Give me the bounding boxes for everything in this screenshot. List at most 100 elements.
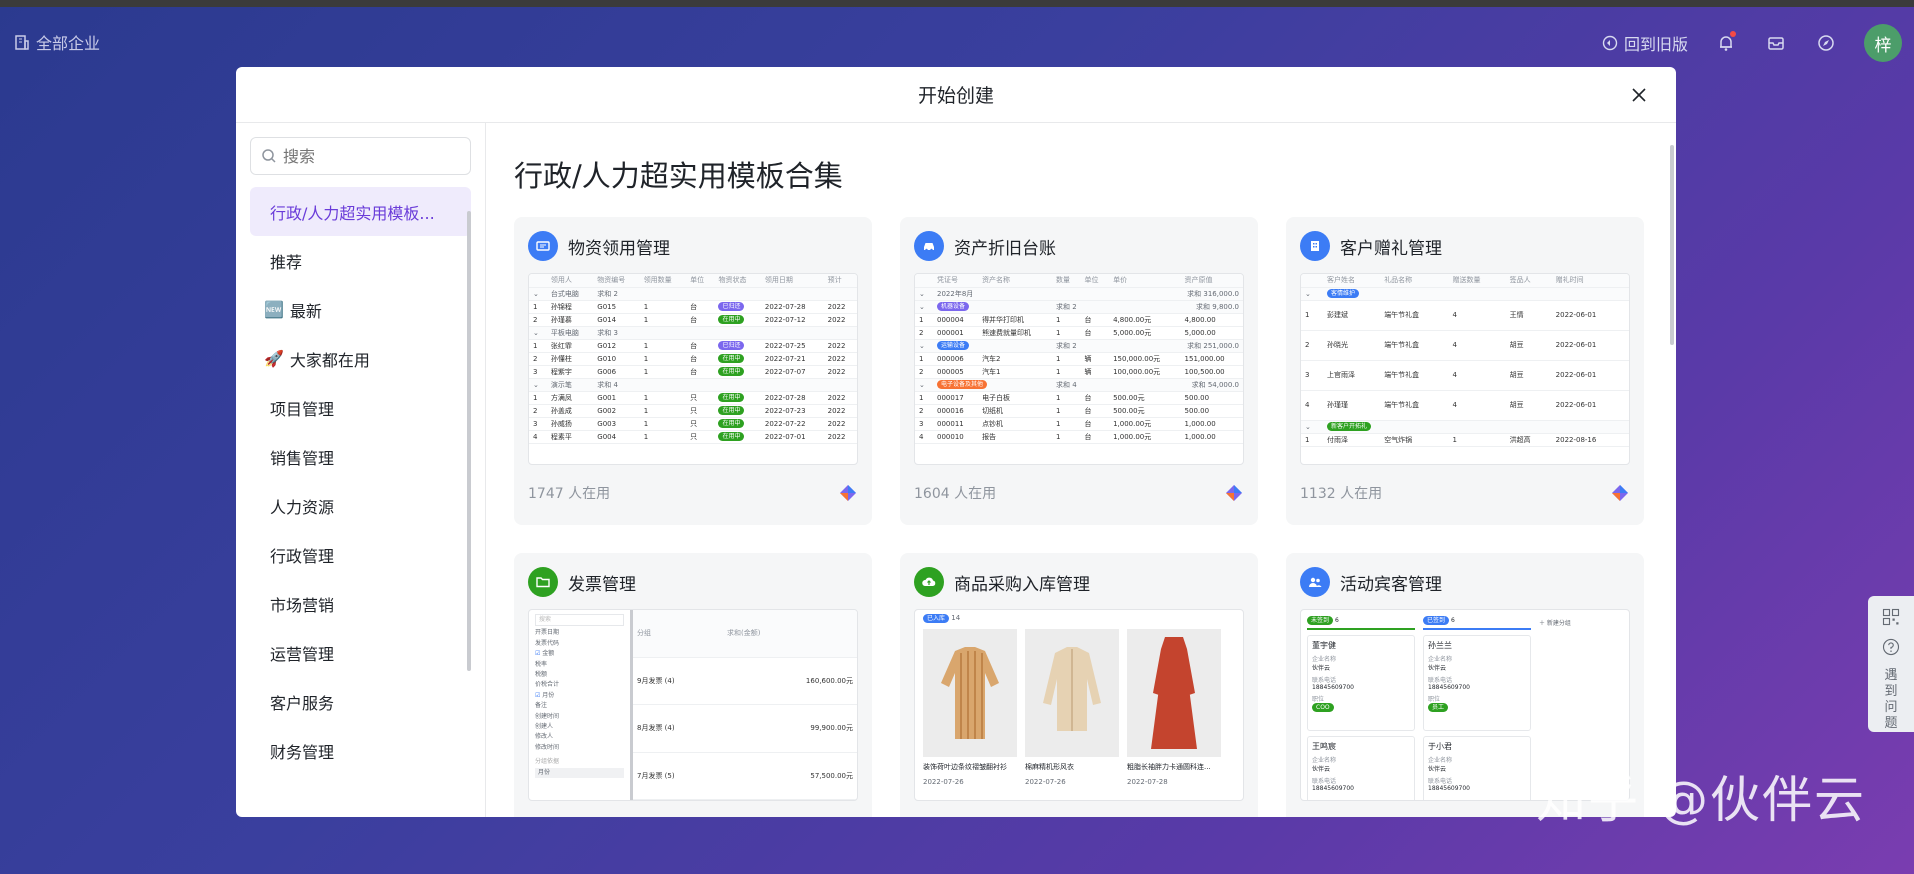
cell: G010: [593, 352, 640, 366]
table-header: 分组: [633, 610, 723, 658]
field-label: 企业名称: [1428, 757, 1453, 764]
table-row: 1 000006 汽车2 1 辆 150,000.00元 151,000.00: [915, 352, 1243, 366]
org-switcher[interactable]: 全部企业: [14, 30, 100, 54]
field-value: 伙伴云: [1428, 766, 1447, 773]
table-row: 2 孙晓光 端午节礼盒 4 胡豆 2022-06-01: [1301, 330, 1629, 361]
cell: G014: [593, 313, 640, 327]
usage-count: 1132 人在用: [1300, 486, 1383, 502]
modal-title: 开始创建: [917, 85, 994, 107]
back-to-old-button[interactable]: 回到旧版: [1602, 31, 1688, 55]
cell: 2022: [823, 300, 857, 314]
group-count: 求和 4: [1052, 378, 1110, 392]
chevron-down-icon: ⌄: [529, 378, 547, 392]
close-icon[interactable]: [1628, 84, 1650, 106]
table-row: 3 孙威扬 G003 1 只在用中 2022-07-22 2022: [529, 417, 857, 431]
org-label: 全部企业: [36, 34, 101, 53]
sidebar-scrollbar[interactable]: [467, 211, 471, 671]
sidebar-item-label: 财务管理: [270, 742, 335, 762]
search-box[interactable]: [250, 137, 471, 175]
table-header: 物资状态: [714, 274, 761, 288]
template-card[interactable]: 资产折旧台账 凭证号 资产名称 数量 单位 单价 资产原值 ⌄ 2022年8月 求和 316,…: [900, 217, 1258, 525]
sidebar-item-finance[interactable]: 财务管理: [250, 726, 471, 775]
groupby-label: 分组依据: [535, 758, 560, 766]
table-header: 领用日期: [760, 274, 824, 288]
cell: 2022: [823, 365, 857, 379]
status-badge: 在用中: [718, 354, 745, 363]
sidebar-item-hr[interactable]: 人力资源: [250, 481, 471, 530]
gallery: 装饰荷叶边条纹褶皱翻衬衫 2022-07-26 棉麻精机形风衣 2022-07-…: [915, 623, 1243, 792]
card-preview: 凭证号 资产名称 数量 单位 单价 资产原值 ⌄ 2022年8月 求和 316,000.0 ⌄…: [914, 273, 1244, 465]
cell: 空气炸锅: [1380, 433, 1449, 447]
sidebar-item-newest[interactable]: 🆕 最新: [250, 285, 471, 334]
field-label: 联系电话: [1428, 778, 1453, 785]
cell: 在用中: [714, 313, 761, 327]
sidebar-item-label: 客户服务: [270, 693, 335, 713]
field-item: 创建人: [535, 723, 554, 731]
sidebar-item-customer-service[interactable]: 客户服务: [250, 677, 471, 726]
search-input[interactable]: [283, 146, 443, 166]
sidebar-item-marketing[interactable]: 市场营销: [250, 579, 471, 628]
main-scrollbar[interactable]: [1670, 145, 1674, 345]
sidebar-item-operations[interactable]: 运营管理: [250, 628, 471, 677]
kanban-column: 未签到 6 董宇健 企业名称 伙伴云 联系电话 18845609700 职位 C…: [1307, 616, 1415, 800]
sidebar-item-label: 行政管理: [270, 546, 335, 566]
sidebar-item-sales[interactable]: 销售管理: [250, 432, 471, 481]
card-icon: [914, 231, 944, 261]
sidebar-item-label: 运营管理: [270, 644, 335, 664]
guest-name: 于小君: [1428, 742, 1452, 751]
sidebar-item-recommended[interactable]: 推荐: [250, 236, 471, 285]
group-count: 14: [951, 614, 961, 622]
table-header: 客户姓名: [1323, 274, 1381, 288]
people-icon: [1309, 577, 1322, 587]
help-icon[interactable]: [1879, 638, 1903, 656]
cell: 500.00元: [1109, 391, 1181, 405]
cell: 1: [639, 352, 687, 366]
explore-button[interactable]: [1814, 31, 1838, 55]
sidebar-item-popular[interactable]: 🚀 大家都在用: [250, 334, 471, 383]
status-badge: 在用中: [718, 315, 745, 324]
app-logo-icon: [1226, 485, 1242, 501]
table-row: 1 孙锦程 G015 1 台已归还 2022-07-28 2022: [529, 300, 857, 314]
product-date: 2022-07-26: [923, 778, 964, 786]
notification-button[interactable]: [1714, 31, 1738, 55]
card-preview: 领用人 物资编号 领用数量 单位 物资状态 领用日期 预计 ⌄ 台式电脑 求和 2 1 孙锦程 G0…: [528, 273, 858, 465]
guest-card: 董宇健 企业名称 伙伴云 联系电话 18845609700 职位 COO: [1307, 635, 1415, 731]
card-icon: [1300, 231, 1330, 261]
template-card[interactable]: 客户赠礼管理 客户姓名 礼品名称 赠送数量 签品人 赠礼时间 ⌄ 客情维护 1 彭建斌 端午节…: [1286, 217, 1644, 525]
sidebar-item-admin[interactable]: 行政管理: [250, 530, 471, 579]
cell: 7月发票 (5): [633, 752, 723, 800]
template-card[interactable]: 商品采购入库管理 已入库 14 装饰荷叶边条纹褶皱翻衬衫 2022-07-26 …: [900, 553, 1258, 817]
field-item: 发票代码: [535, 639, 560, 647]
cell: 洪超高: [1505, 433, 1552, 447]
qr-code-icon[interactable]: [1879, 608, 1903, 626]
gallery-item: 粗脂长袖胖力卡通圆科连... 2022-07-28: [1127, 629, 1221, 786]
cell: 1: [639, 365, 687, 379]
column-header: 未签到 6: [1307, 616, 1415, 630]
sidebar-item-hr-templates[interactable]: 行政/人力超实用模板...: [250, 187, 471, 236]
category-tag: 机器设备: [937, 302, 970, 311]
cell: 500.00: [1180, 391, 1243, 405]
column-tag: 已签到: [1423, 616, 1450, 625]
help-label[interactable]: 遇到问题: [1881, 668, 1901, 732]
template-card[interactable]: 物资领用管理 领用人 物资编号 领用数量 单位 物资状态 领用日期 预计 ⌄ 台式电脑 求和 2…: [514, 217, 872, 525]
field-value: 18845609700: [1428, 785, 1470, 792]
cell: 5,000.00: [1180, 326, 1243, 340]
table-row: 9月发票 (4) 160,600.00元: [633, 657, 857, 706]
table-header-row: 凭证号 资产名称 数量 单位 单价 资产原值: [915, 274, 1243, 288]
cell: 只: [686, 430, 715, 444]
cell: 熊速费就量印机: [978, 326, 1053, 340]
card-footer: 1132 人在用: [1300, 483, 1630, 503]
user-avatar[interactable]: 梓: [1864, 24, 1902, 62]
table-header: 赠礼时间: [1551, 274, 1629, 288]
template-card[interactable]: 发票管理 搜索 开票日期 发票代码 ☑ 金额 税率 税额 价税合计 ☑ 月份 备…: [514, 553, 872, 817]
group-sum: 求和 251,000.0: [1109, 339, 1243, 353]
table-row: 1 彭建斌 端午节礼盒 4 王情 2022-06-01: [1301, 300, 1629, 331]
inbox-button[interactable]: [1764, 31, 1788, 55]
groupby-value: 月份: [535, 767, 624, 779]
status-badge: 已归还: [718, 341, 745, 350]
cell: 端午节礼盒: [1380, 360, 1449, 391]
guest-name: 董宇健: [1312, 641, 1336, 650]
field-item: ☑ 月份: [535, 691, 555, 699]
sidebar-item-project[interactable]: 项目管理: [250, 383, 471, 432]
cell: 2022: [823, 417, 857, 431]
